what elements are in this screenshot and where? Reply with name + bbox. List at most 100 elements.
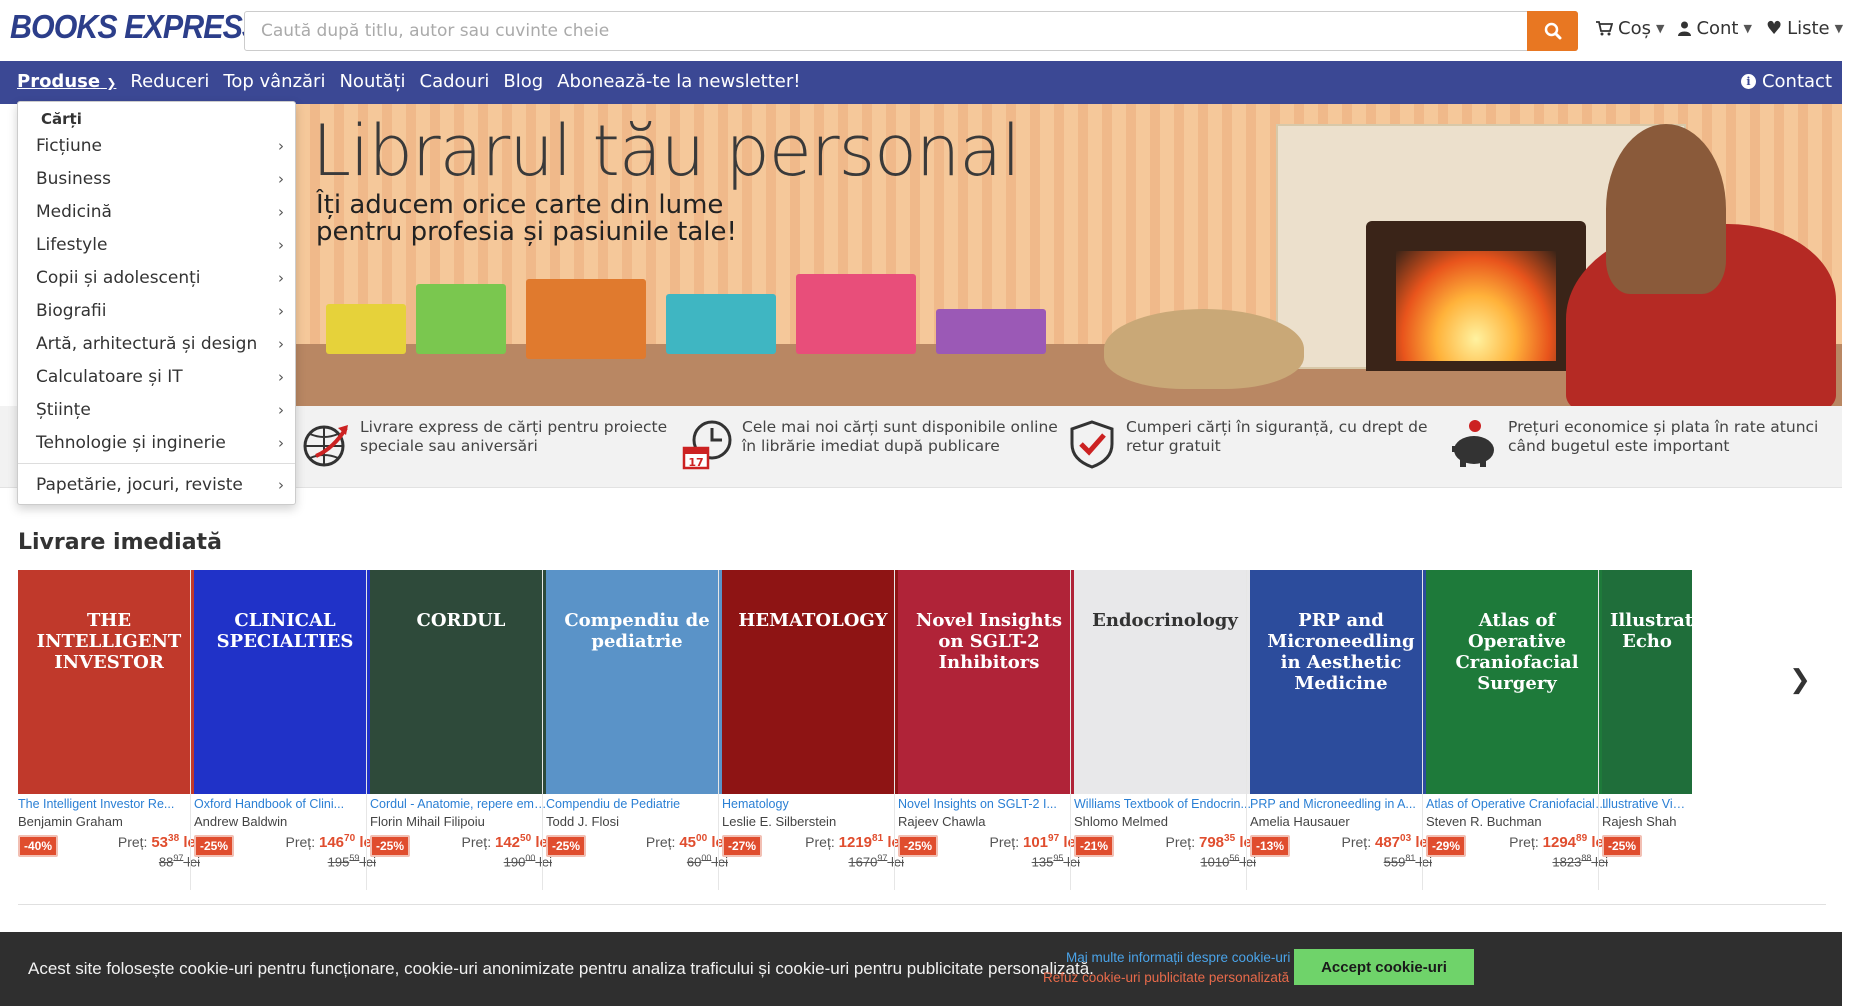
dropdown-item[interactable]: Ficțiune › <box>36 132 284 160</box>
dropdown-item[interactable]: Medicină › <box>36 198 284 226</box>
search-button[interactable] <box>1527 11 1578 51</box>
nav-item-reduceri[interactable]: Reduceri <box>130 71 209 92</box>
dropdown-item[interactable]: Științe › <box>36 396 284 424</box>
account-link[interactable]: Cont ▼ <box>1678 18 1752 39</box>
book-cover[interactable]: THE INTELLIGENT INVESTOR <box>18 570 200 794</box>
price-label: Preț: <box>805 834 835 850</box>
book-title[interactable]: The Intelligent Investor Re... <box>18 797 200 814</box>
old-price-integer: 559 <box>1383 854 1406 870</box>
dropdown-item[interactable]: Copii și adolescenți › <box>36 264 284 292</box>
book-title[interactable]: Atlas of Operative Craniofacial ... <box>1426 797 1608 814</box>
cart-link[interactable]: Coș ▼ <box>1596 18 1664 39</box>
dropdown-item[interactable]: Tehnologie și inginerie › <box>36 429 284 457</box>
dropdown-item[interactable]: Artă, arhitectură și design › <box>36 330 284 358</box>
price-integer: 487 <box>1374 834 1401 851</box>
lists-link[interactable]: ♥ Liste ▼ <box>1766 18 1843 39</box>
old-price: 167097 lei <box>848 853 904 869</box>
cart-icon <box>1596 21 1613 36</box>
book-cover[interactable]: Novel Insights on SGLT-2 Inhibitors <box>898 570 1080 794</box>
chevron-right-icon: › <box>278 434 284 452</box>
book-card[interactable]: HEMATOLOGY Hematology Leslie E. Silberstei… <box>722 570 904 873</box>
fire-hole <box>1366 221 1586 371</box>
book-author: Steven R. Buchman <box>1426 814 1542 829</box>
book-price-row: -40% Preț: 5338 lei 8897 lei <box>18 831 200 873</box>
book-title[interactable]: Cordul - Anatomie, repere embri... <box>370 797 552 814</box>
chevron-right-icon: › <box>278 401 284 419</box>
book-card[interactable]: Endocrinology Williams Textbook of Endocr… <box>1074 570 1256 873</box>
nav-item-noutati[interactable]: Noutăți <box>339 71 405 92</box>
dropdown-item-label: Papetărie, jocuri, reviste <box>36 475 243 495</box>
book-separator <box>1598 570 1599 890</box>
feature-line: Prețuri economice și plata în rate atunc… <box>1508 418 1819 436</box>
book-cover[interactable]: Atlas of Operative Craniofacial Surgery <box>1426 570 1608 794</box>
dropdown-item[interactable]: Biografii › <box>36 297 284 325</box>
old-price-integer: 195 <box>327 854 350 870</box>
book-cover[interactable]: Compendiu de pediatrie <box>546 570 728 794</box>
book-card[interactable]: CORDUL Cordul - Anatomie, repere embri...… <box>370 570 552 873</box>
price-amount: 79835 lei <box>1199 833 1256 851</box>
price-decimals: 81 <box>872 833 884 844</box>
nav-item-label: Produse <box>17 71 101 92</box>
nav-item-produse[interactable]: Produse ❯ <box>17 71 116 92</box>
old-price-decimals: 59 <box>349 853 360 863</box>
book-card[interactable]: Illustrative Echo Illustrative Video...Ra… <box>1602 570 1692 873</box>
carousel-next-arrow[interactable]: ❯ <box>1780 660 1820 700</box>
dropdown-item[interactable]: Papetărie, jocuri, reviste › <box>36 471 284 499</box>
book-title[interactable]: Hematology <box>722 797 904 814</box>
account-label: Cont <box>1696 18 1739 39</box>
heart-icon: ♥ <box>1765 18 1783 39</box>
feature-line: în librărie imediat după publicare <box>742 437 1000 455</box>
book-title[interactable]: Compendiu de Pediatrie <box>546 797 728 814</box>
book-cover[interactable]: CORDUL <box>370 570 552 794</box>
book-title[interactable]: Novel Insights on SGLT-2 I... <box>898 797 1080 814</box>
old-price-decimals: 00 <box>701 853 712 863</box>
chevron-right-icon: › <box>278 476 284 494</box>
cookie-more-info-link[interactable]: Mai multe informații despre cookie-uri <box>1066 950 1290 965</box>
nav-item-top-vanzari[interactable]: Top vânzări <box>223 71 325 92</box>
book-title[interactable]: Williams Textbook of Endocrin... <box>1074 797 1256 814</box>
nav-item-cadouri[interactable]: Cadouri <box>420 71 490 92</box>
book-card[interactable]: THE INTELLIGENT INVESTOR The Intelligent … <box>18 570 200 873</box>
dropdown-item[interactable]: Business › <box>36 165 284 193</box>
dropdown-item[interactable]: Lifestyle › <box>36 231 284 259</box>
book-card[interactable]: Novel Insights on SGLT-2 Inhibitors Novel… <box>898 570 1080 873</box>
book-cover-text: CLINICAL SPECIALTIES <box>216 610 354 652</box>
contact-link[interactable]: i Contact <box>1740 71 1832 92</box>
feature-line: Cumperi cărți în siguranță, cu drept de <box>1126 418 1428 436</box>
book-title[interactable]: PRP and Microneedling in A... <box>1250 797 1432 814</box>
book-price: Preț: 14250 lei <box>462 833 552 851</box>
dropdown-item[interactable]: Calculatoare și IT › <box>36 363 284 391</box>
search-input[interactable] <box>245 12 1525 50</box>
book-cover[interactable]: Illustrative Echo <box>1602 570 1692 794</box>
book-title[interactable]: Illustrative Video... <box>1602 797 1692 814</box>
book-card[interactable]: Atlas of Operative Craniofacial Surgery A… <box>1426 570 1608 873</box>
feature-line: speciale sau aniversări <box>360 437 538 455</box>
dropdown-item-label: Științe <box>36 400 91 420</box>
price-amount: 14250 lei <box>495 833 552 851</box>
feature-line: când bugetul este important <box>1508 437 1730 455</box>
accept-cookies-button[interactable]: Accept cookie-uri <box>1294 949 1474 985</box>
book-price: Preț: 4500 lei <box>646 833 728 851</box>
dropdown-item-label: Medicină <box>36 202 112 222</box>
cookie-refuse-link[interactable]: Refuz cookie-uri publicitate personaliza… <box>1043 970 1289 985</box>
price-label: Preț: <box>645 834 676 850</box>
book-card[interactable]: Compendiu de pediatrie Compendiu de Pedia… <box>546 570 728 873</box>
old-price-integer: 135 <box>1031 854 1054 870</box>
book-card[interactable]: PRP and Microneedling in Aesthetic Medic… <box>1250 570 1432 873</box>
discount-badge: -25% <box>370 835 411 857</box>
hero-banner[interactable]: Librarul tău personal Îți aducem orice c… <box>296 104 1842 406</box>
nav-item-blog[interactable]: Blog <box>503 71 543 92</box>
book-cover[interactable]: HEMATOLOGY <box>722 570 904 794</box>
book-title[interactable]: Oxford Handbook of Clini... <box>194 797 376 814</box>
chevron-right-icon: › <box>278 236 284 254</box>
book-cover[interactable]: Endocrinology <box>1074 570 1256 794</box>
price-amount: 10197 lei <box>1023 833 1080 851</box>
dropdown-heading: Cărți <box>41 110 82 128</box>
nav-item-newsletter[interactable]: Abonează-te la newsletter! <box>557 71 800 92</box>
chevron-right-icon: › <box>278 170 284 188</box>
book-cover[interactable]: CLINICAL SPECIALTIES <box>194 570 376 794</box>
book-cover[interactable]: PRP and Microneedling in Aesthetic Medic… <box>1250 570 1432 794</box>
book-card[interactable]: CLINICAL SPECIALTIES Oxford Handbook of C… <box>194 570 376 873</box>
site-logo[interactable]: BOOKS EXPRESS <box>10 8 262 46</box>
book-cover-text: Illustrative Echo <box>1610 610 1692 652</box>
